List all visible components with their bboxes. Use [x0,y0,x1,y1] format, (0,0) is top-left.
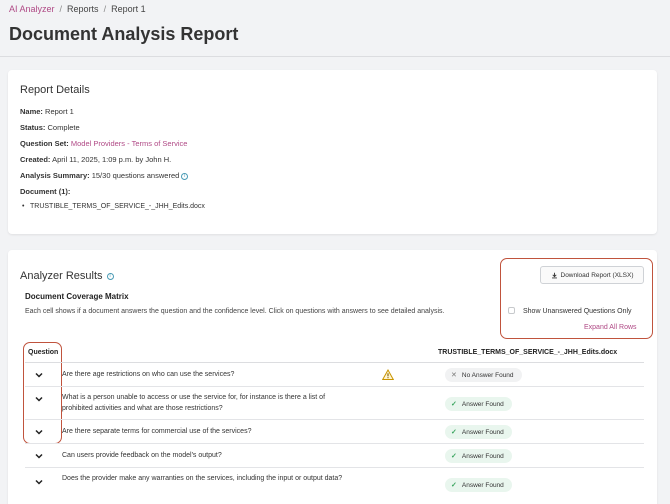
table-row[interactable]: Are there separate terms for commercial … [25,420,644,444]
question-set-link[interactable]: Model Providers - Terms of Service [71,139,188,148]
unanswered-only-checkbox[interactable] [508,307,515,314]
page-title: Document Analysis Report [9,24,239,44]
chevron-down-icon[interactable] [33,476,45,488]
download-report-label: Download Report (XLSX) [560,271,634,279]
detail-created-label: Created: [20,155,51,164]
status-badge-label: No Answer Found [461,371,514,379]
download-icon [551,272,557,278]
detail-status-label: Status: [20,123,46,132]
check-icon: ✓ [451,482,457,489]
chevron-down-icon[interactable] [33,426,45,438]
detail-analysis-summary: Analysis Summary: 15/30 questions answer… [20,171,189,180]
column-header-question: Question [28,349,59,356]
breadcrumb-reports[interactable]: Reports [67,4,99,14]
info-icon[interactable]: i [181,172,189,180]
analyzer-results-card: Analyzer Results i Document Coverage Matr… [8,250,657,504]
breadcrumb-separator: / [103,4,107,14]
detail-documents-label: Document (1): [20,187,71,196]
report-details-card: Report Details Name: Report 1 Status: Co… [8,70,657,234]
detail-question-set-label: Question Set: [20,139,69,148]
document-list-item: TRUSTIBLE_TERMS_OF_SERVICE_-_JHH_Edits.d… [22,203,205,210]
detail-name-value: Report 1 [45,107,74,116]
breadcrumb-ai-analyzer[interactable]: AI Analyzer [9,4,55,14]
detail-name: Name: Report 1 [20,107,74,116]
question-text[interactable]: Are there age restrictions on who can us… [62,369,352,380]
breadcrumb-separator: / [59,4,63,14]
status-badge-label: Answer Found [461,452,504,460]
info-icon[interactable]: i [106,272,114,280]
warning-icon [382,369,394,380]
detail-name-label: Name: [20,107,43,116]
question-text[interactable]: Are there separate terms for commercial … [62,426,352,437]
report-details-title: Report Details [20,84,90,96]
chevron-down-icon[interactable] [33,369,45,381]
column-header-document: TRUSTIBLE_TERMS_OF_SERVICE_-_JHH_Edits.d… [438,349,618,356]
table-row[interactable]: Does the provider make any warranties on… [25,468,644,502]
analyzer-results-title: Analyzer Results i [20,270,114,282]
question-text[interactable]: Does the provider make any warranties on… [62,473,352,484]
status-badge-label: Answer Found [461,428,504,436]
analyzer-results-title-text: Analyzer Results [20,270,103,282]
detail-summary-label: Analysis Summary: [20,171,90,180]
detail-summary-value: 15/30 questions answered [91,171,180,180]
status-badge[interactable]: ✓ Answer Found [445,397,512,411]
detail-created: Created: April 11, 2025, 1:09 p.m. by Jo… [20,155,171,164]
unanswered-only-label[interactable]: Show Unanswered Questions Only [523,308,632,315]
status-badge-label: Answer Found [461,400,504,408]
coverage-matrix-title: Document Coverage Matrix [25,292,129,301]
chevron-down-icon[interactable] [33,393,45,405]
detail-status: Status: Complete [20,123,80,132]
expand-all-rows-link[interactable]: Expand All Rows [584,324,637,331]
table-row[interactable]: Are there age restrictions on who can us… [25,363,644,387]
question-text[interactable]: What is a person unable to access or use… [62,392,352,414]
status-badge[interactable]: ✕ No Answer Found [445,368,522,382]
breadcrumb-current: Report 1 [111,4,146,14]
coverage-matrix-description: Each cell shows if a document answers th… [25,308,445,315]
title-divider [0,56,670,57]
check-icon: ✓ [451,401,457,408]
download-report-button[interactable]: Download Report (XLSX) [540,266,644,284]
check-icon: ✓ [451,429,457,436]
detail-question-set: Question Set: Model Providers - Terms of… [20,139,187,148]
x-icon: ✕ [451,372,457,379]
table-row[interactable]: Can users provide feedback on the model'… [25,444,644,468]
table-row[interactable]: What is a person unable to access or use… [25,387,644,420]
breadcrumb: AI Analyzer / Reports / Report 1 [9,4,146,14]
detail-documents: Document (1): [20,187,70,196]
check-icon: ✓ [451,453,457,460]
question-text[interactable]: Can users provide feedback on the model'… [62,450,352,461]
status-badge[interactable]: ✓ Answer Found [445,449,512,463]
status-badge-label: Answer Found [461,481,504,489]
detail-status-value: Complete [47,123,80,132]
detail-created-value: April 11, 2025, 1:09 p.m. by John H. [52,155,172,164]
chevron-down-icon[interactable] [33,450,45,462]
status-badge[interactable]: ✓ Answer Found [445,425,512,439]
status-badge[interactable]: ✓ Answer Found [445,478,512,492]
